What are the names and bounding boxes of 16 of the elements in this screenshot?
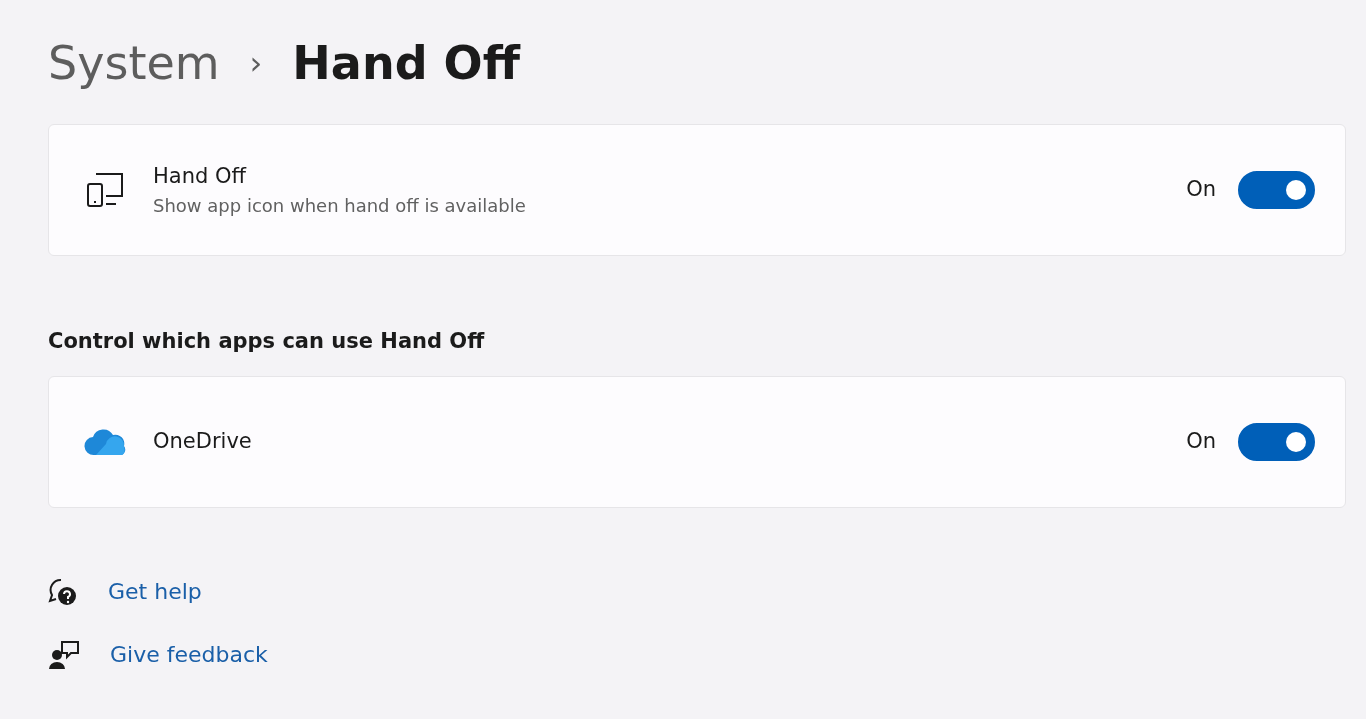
devices-icon — [84, 170, 126, 210]
feedback-icon — [48, 639, 80, 670]
feedback-link[interactable]: Give feedback — [110, 638, 268, 671]
section-heading: Control which apps can use Hand Off — [48, 328, 486, 355]
app-name: OneDrive — [153, 427, 253, 455]
page-title: Hand Off — [292, 40, 520, 86]
toggle-switch[interactable] — [1238, 422, 1315, 461]
cloud-icon — [82, 426, 128, 457]
chevron-icon: › — [249, 47, 263, 79]
help-link[interactable]: Get help — [108, 575, 202, 608]
setting-description: Show app icon when hand off is available — [153, 194, 527, 219]
setting-title: Hand Off — [153, 162, 248, 190]
help-icon — [48, 576, 78, 607]
toggle-switch[interactable] — [1238, 171, 1315, 209]
toggle-state-label: On — [1186, 427, 1216, 455]
toggle-state-label: On — [1186, 176, 1216, 204]
